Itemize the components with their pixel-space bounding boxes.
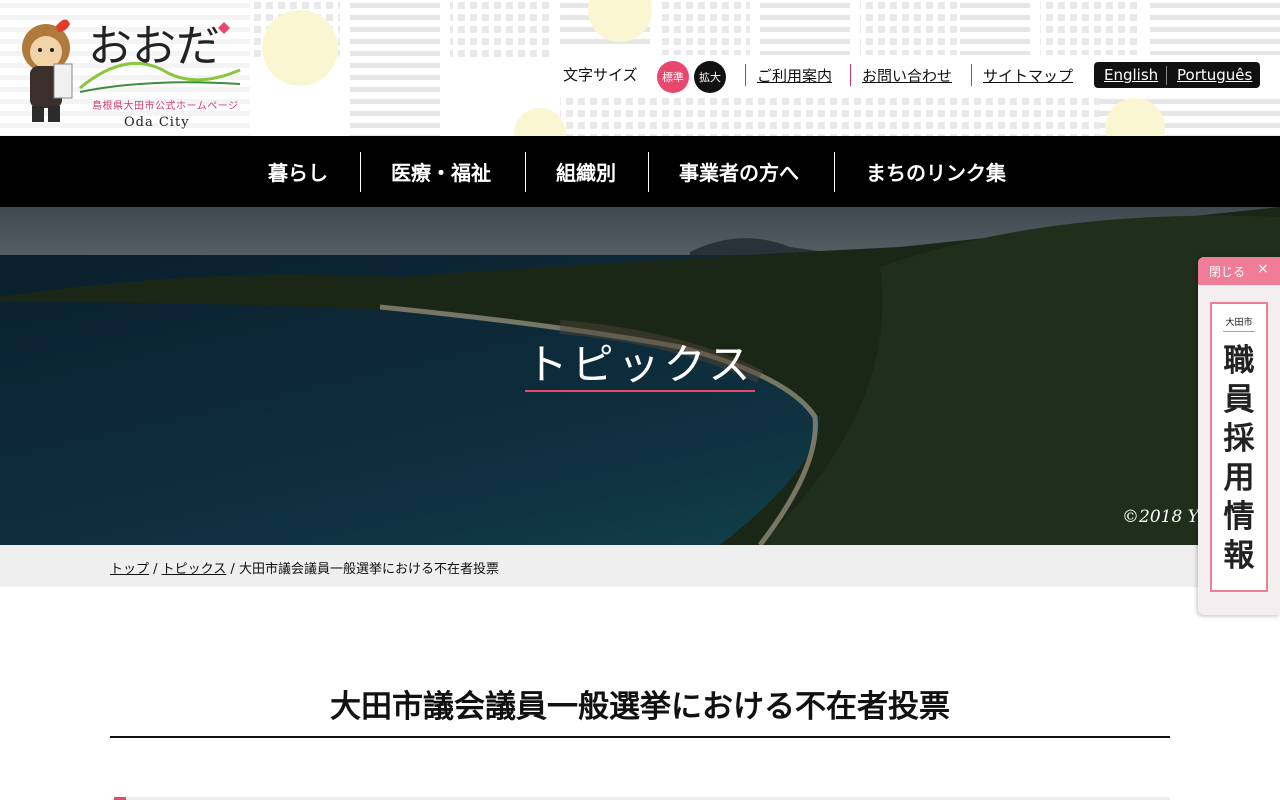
title-divider [110,736,1170,738]
nav-item-organization[interactable]: 組織別 [556,136,616,207]
banner-divider [1223,331,1255,332]
banner-character: 員 [1223,382,1255,418]
nav-divider [648,152,649,192]
hero-banner: トピックス ©2018 Y [0,207,1280,545]
font-size-standard-button[interactable]: 標準 [657,61,689,93]
page-title: 大田市議会議員一般選挙における不在者投票 [330,689,950,725]
divider [745,64,746,86]
banner-text: 職員採用情報 [1212,342,1266,576]
nav-item-town-links[interactable]: まちのリンク集 [866,136,1006,207]
divider [850,64,851,86]
close-icon[interactable]: × [1257,261,1269,277]
font-size-large-button[interactable]: 拡大 [694,61,726,93]
site-header: おおだ 島根県大田市公式ホームページ Oda City 文字サイズ 標準 拡大 … [0,0,1280,136]
breadcrumb: トップ / トピックス / 大田市議会議員一般選挙における不在者投票 [110,558,499,577]
logo-text: おおだ [88,21,220,72]
breadcrumb-top-link[interactable]: トップ [110,562,149,577]
banner-character: 情 [1223,499,1255,535]
global-nav: 暮らし 医療・福祉 組織別 事業者の方へ まちのリンク集 [0,136,1280,207]
font-size-label: 文字サイズ [563,66,638,84]
english-link[interactable]: English [1104,66,1158,84]
banner-card[interactable]: 大田市 職員採用情報 [1210,302,1268,592]
banner-character: 用 [1223,460,1255,496]
logo-subtitle: 島根県大田市公式ホームページ [92,101,239,112]
breadcrumb-current: 大田市議会議員一般選挙における不在者投票 [238,562,499,577]
breadcrumb-separator: / [149,562,162,577]
nav-item-business[interactable]: 事業者の方へ [679,136,799,207]
banner-character: 採 [1223,421,1255,457]
breadcrumb-bar: トップ / トピックス / 大田市議会議員一般選挙における不在者投票 [0,545,1280,587]
banner-close-label: 閉じる [1209,265,1246,279]
logo-english: Oda City [124,115,190,130]
nav-item-medical-welfare[interactable]: 医療・福祉 [391,136,491,207]
divider [1166,66,1167,85]
banner-close-button[interactable]: 閉じる × [1198,257,1280,285]
breadcrumb-separator: / [226,562,239,577]
portuguese-link[interactable]: Português [1177,66,1252,84]
nav-divider [525,152,526,192]
sitemap-link[interactable]: サイトマップ [983,65,1073,86]
nav-divider [360,152,361,192]
recruitment-banner[interactable]: 閉じる × 大田市 職員採用情報 [1198,257,1280,615]
banner-city: 大田市 [1225,318,1253,328]
divider [971,64,972,86]
contact-link[interactable]: お問い合わせ [862,65,952,86]
hero-title-underline [525,390,755,392]
nav-item-living[interactable]: 暮らし [268,136,328,207]
hero-copyright: ©2018 Y [1122,507,1199,527]
guide-link[interactable]: ご利用案内 [757,65,832,86]
site-logo[interactable]: おおだ 島根県大田市公式ホームページ Oda City [8,8,248,130]
nav-divider [834,152,835,192]
hero-title: トピックス [525,340,755,389]
breadcrumb-topics-link[interactable]: トピックス [162,562,227,577]
banner-character: 職 [1223,343,1255,379]
banner-character: 報 [1223,538,1255,574]
